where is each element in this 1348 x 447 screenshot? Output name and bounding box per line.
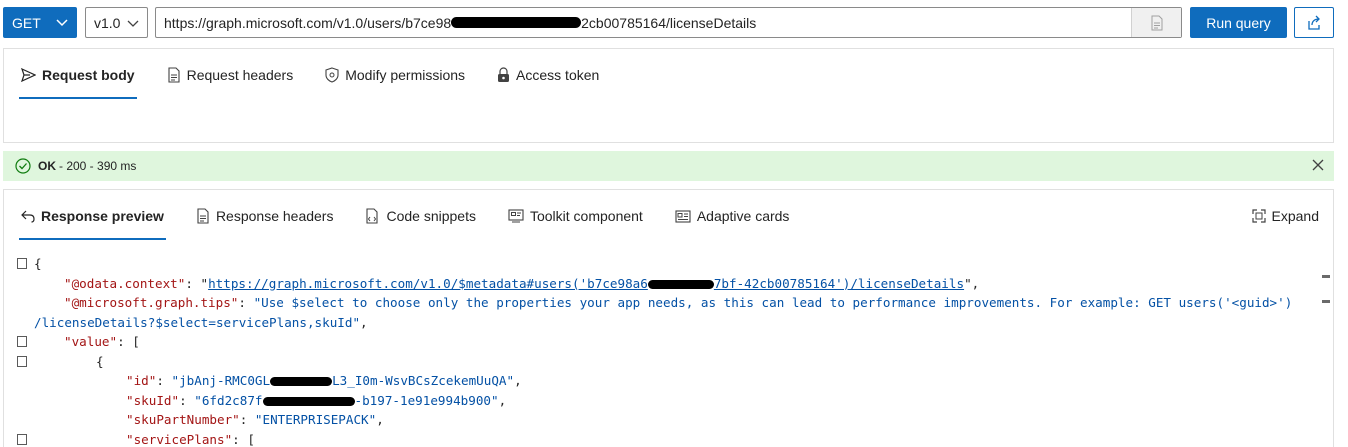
code-line: "skuPartNumber": "ENTERPRISEPACK",	[126, 412, 384, 427]
tab-label: Request body	[42, 67, 135, 83]
api-version-dropdown[interactable]: v1.0	[85, 7, 148, 38]
document-icon	[197, 208, 209, 224]
tab-code-snippets[interactable]: Code snippets	[363, 190, 478, 242]
tab-label: Toolkit component	[529, 208, 643, 224]
code-line: "@odata.context": "https://graph.microso…	[4, 274, 1333, 294]
scroll-marker	[1322, 274, 1330, 278]
code-line: {	[4, 352, 1333, 372]
code-line: "servicePlans": [	[4, 430, 1333, 447]
code-line: "value": [	[4, 332, 1333, 352]
card-icon	[675, 209, 691, 223]
checkmark-circle-icon	[15, 158, 31, 174]
close-icon[interactable]	[1312, 159, 1324, 171]
component-icon	[508, 209, 524, 223]
run-query-button[interactable]: Run query	[1190, 7, 1287, 38]
tab-response-headers[interactable]: Response headers	[194, 190, 336, 242]
url-text-end: 2cb00785164/licenseDetails	[581, 14, 757, 31]
tab-response-preview[interactable]: Response preview	[19, 190, 166, 242]
share-button[interactable]	[1294, 7, 1334, 38]
status-detail: - 200 - 390 ms	[59, 159, 137, 173]
fold-toggle[interactable]	[17, 258, 27, 269]
code-line: "id": "jbAnj-RMC0GL L3_I0m-WsvBCsZcekemUu…	[126, 373, 522, 388]
chevron-down-icon	[127, 20, 139, 27]
code-line: "skuId": "6fd2c87f -b197-1e91e994b900",	[126, 392, 507, 408]
undo-arrow-icon	[21, 210, 35, 223]
tab-adaptive-cards[interactable]: Adaptive cards	[673, 190, 792, 242]
code-document-icon	[366, 208, 379, 224]
code-line: {	[4, 254, 1333, 274]
tab-label: Modify permissions	[345, 67, 466, 83]
document-icon	[1151, 15, 1162, 30]
expand-label: Expand	[1271, 208, 1319, 224]
scroll-marker	[1322, 300, 1330, 303]
code-line: "@microsoft.graph.tips": "Use $select to…	[4, 293, 1333, 313]
http-method-dropdown[interactable]: GET	[3, 7, 77, 38]
url-document-button[interactable]	[1131, 8, 1181, 37]
tab-access-token[interactable]: Access token	[495, 49, 601, 101]
request-tabs: Request body Request headers Modify perm…	[19, 49, 629, 101]
tab-label: Code snippets	[386, 208, 476, 224]
tab-request-headers[interactable]: Request headers	[165, 49, 296, 101]
tab-toolkit-component[interactable]: Toolkit component	[506, 190, 645, 242]
tab-modify-permissions[interactable]: Modify permissions	[323, 49, 467, 101]
response-status-bar: OK - 200 - 390 ms	[3, 151, 1334, 181]
fold-toggle[interactable]	[17, 355, 27, 367]
tab-label: Adaptive cards	[696, 208, 790, 224]
tab-request-body[interactable]: Request body	[19, 49, 137, 101]
document-icon	[168, 67, 180, 83]
tab-label: Access token	[516, 67, 600, 83]
redaction-mark	[451, 17, 582, 28]
share-icon	[1308, 15, 1320, 30]
tab-label: Response preview	[41, 208, 164, 224]
shield-icon	[325, 67, 339, 83]
expand-icon	[1251, 209, 1266, 223]
tab-label: Response headers	[215, 208, 334, 224]
expand-button[interactable]: Expand	[1251, 190, 1319, 242]
lock-icon	[498, 67, 510, 82]
odata-context-link[interactable]: https://graph.microsoft.com/v1.0/$metada…	[208, 276, 964, 291]
api-version-label: v1.0	[94, 14, 121, 31]
fold-toggle[interactable]	[17, 336, 27, 347]
code-line: /licenseDetails?$select=servicePlans,sku…	[34, 314, 368, 330]
http-method-label: GET	[12, 14, 41, 31]
tab-label: Request headers	[186, 67, 294, 83]
request-panel: Request body Request headers Modify perm…	[3, 48, 1334, 143]
json-response-viewer: { "@odata.context": "https://graph.micro…	[4, 254, 1333, 447]
response-tabs: Response preview Response headers Code s…	[19, 190, 819, 242]
url-text-start: https://graph.microsoft.com/v1.0/users/b…	[164, 14, 452, 31]
send-icon	[21, 68, 36, 82]
fold-toggle[interactable]	[17, 433, 27, 445]
status-ok: OK	[38, 159, 56, 173]
chevron-down-icon	[56, 19, 68, 27]
response-panel: Response preview Response headers Code s…	[3, 189, 1334, 447]
query-url-input[interactable]: https://graph.microsoft.com/v1.0/users/b…	[155, 7, 1182, 38]
